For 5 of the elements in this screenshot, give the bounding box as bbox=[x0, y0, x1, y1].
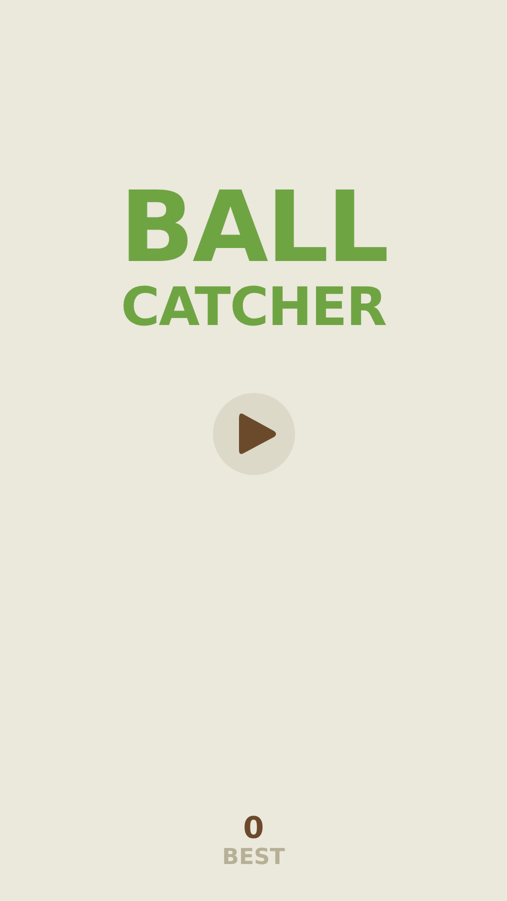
best-score: 0 bbox=[243, 813, 264, 845]
subtitle: CATCHER bbox=[120, 278, 386, 338]
play-icon bbox=[236, 411, 276, 457]
best-label: BEST bbox=[222, 845, 285, 871]
title: BALL bbox=[120, 178, 388, 278]
